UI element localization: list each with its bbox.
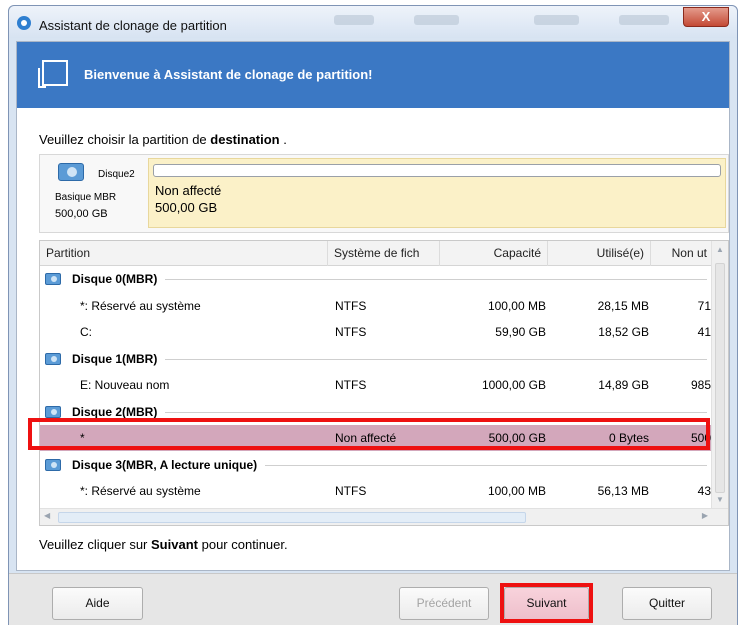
continue-prefix: Veuillez cliquer sur — [39, 537, 148, 552]
scroll-right-arrow-icon[interactable]: ▶ — [702, 511, 708, 520]
disk-group-row[interactable]: Disque 0(MBR) — [40, 266, 713, 292]
cell-partition: *: Réservé au système — [80, 484, 201, 498]
next-button-highlight — [500, 583, 593, 623]
horizontal-scroll-thumb[interactable] — [58, 512, 526, 523]
instruction-text: Veuillez choisir la partition de destina… — [39, 132, 287, 147]
cell-used: 28,15 MB — [597, 298, 649, 313]
group-divider — [165, 358, 707, 360]
disk-group-row[interactable]: Disque 1(MBR) — [40, 346, 713, 372]
disk-icon — [58, 163, 84, 181]
blurred-taskbar-item — [414, 15, 459, 25]
continue-bold: Suivant — [151, 537, 198, 552]
cell-unused: 985 — [690, 378, 711, 392]
cell-capacity: 1000,00 GB — [481, 378, 546, 392]
window-title: Assistant de clonage de partition — [39, 18, 227, 33]
cell-used: 14,89 GB — [598, 378, 649, 392]
vertical-scrollbar[interactable]: ▲ ▼ — [711, 241, 728, 509]
blurred-taskbar-item — [619, 15, 669, 25]
cell-unused: 43 — [697, 484, 711, 498]
wizard-content: Bienvenue à Assistant de clonage de part… — [16, 41, 730, 571]
column-header-partition[interactable]: Partition — [40, 241, 328, 266]
welcome-banner: Bienvenue à Assistant de clonage de part… — [17, 42, 729, 108]
cell-fs: NTFS — [335, 298, 367, 313]
cell-capacity: 59,90 GB — [495, 325, 546, 339]
app-icon — [17, 16, 31, 30]
partition-table: Partition Système de fich Capacité Utili… — [39, 240, 729, 526]
partition-size: 500,00 GB — [155, 200, 218, 215]
cell-partition: C: — [80, 325, 92, 339]
title-bar: Assistant de clonage de partition X — [9, 6, 737, 38]
selected-row-highlight — [28, 418, 710, 450]
column-header-unused[interactable]: Non ut — [651, 241, 713, 266]
scroll-left-arrow-icon[interactable]: ◀ — [44, 511, 50, 520]
cell-fs: NTFS — [335, 484, 367, 498]
disk-icon — [45, 405, 61, 418]
cell-unused: 41 — [697, 325, 711, 339]
cell-partition: *: Réservé au système — [80, 298, 201, 313]
cell-capacity: 100,00 MB — [487, 484, 546, 498]
banner-title: Bienvenue à Assistant de clonage de part… — [84, 67, 373, 82]
disk-group-label: Disque 1(MBR) — [72, 351, 158, 366]
group-divider — [265, 464, 707, 466]
continue-suffix: pour continuer. — [201, 537, 288, 552]
blurred-taskbar-item — [534, 15, 579, 25]
disk-size: 500,00 GB — [55, 208, 108, 220]
column-header-filesystem[interactable]: Système de fich — [328, 241, 440, 266]
disk-name: Disque2 — [98, 169, 135, 180]
disk-type: Basique MBR — [55, 192, 117, 203]
column-header-used[interactable]: Utilisé(e) — [548, 241, 651, 266]
cell-partition: E: Nouveau nom — [80, 378, 170, 392]
previous-button[interactable]: Précédent — [399, 587, 489, 620]
table-row[interactable]: *: Réservé au système NTFS 100,00 MB 28,15 … — [40, 293, 713, 319]
disk-icon — [45, 352, 61, 365]
close-button[interactable]: X — [683, 7, 729, 27]
disk-icon — [45, 273, 61, 285]
cell-used: 56,13 MB — [597, 484, 649, 498]
clone-wizard-window: Assistant de clonage de partition X Bien… — [8, 5, 738, 625]
instruction-bold: destination — [210, 132, 280, 147]
group-divider — [165, 411, 707, 413]
table-header: Partition Système de fich Capacité Utili… — [40, 241, 713, 266]
table-row[interactable]: C: NTFS 59,90 GB 18,52 GB 41 — [40, 319, 713, 345]
cell-capacity: 100,00 MB — [487, 298, 546, 313]
cell-fs: NTFS — [335, 378, 367, 392]
quit-button[interactable]: Quitter — [622, 587, 712, 620]
table-row[interactable]: *: Réservé au système NTFS 100,00 MB 56,13 … — [40, 478, 713, 504]
horizontal-scrollbar[interactable]: ◀ ▶ — [40, 508, 728, 525]
disk-group-label: Disque 3(MBR, A lecture unique) — [72, 457, 258, 472]
cell-used: 18,52 GB — [598, 325, 649, 339]
cell-unused: 71 — [697, 298, 711, 313]
help-button[interactable]: Aide — [52, 587, 143, 620]
scroll-up-arrow-icon[interactable]: ▲ — [715, 245, 725, 255]
disk-group-row[interactable]: Disque 3(MBR, A lecture unique) — [40, 452, 713, 478]
partition-label: Non affecté — [155, 183, 222, 198]
partition-usage-bar — [153, 164, 721, 177]
disk-group-label: Disque 0(MBR) — [72, 272, 158, 286]
unallocated-partition-block[interactable]: Non affecté 500,00 GB — [148, 158, 726, 228]
column-header-capacity[interactable]: Capacité — [440, 241, 548, 266]
destination-disk-panel: Disque2 Basique MBR 500,00 GB Non affect… — [39, 154, 729, 233]
instruction-suffix: . — [283, 132, 287, 147]
vertical-scroll-thumb[interactable] — [715, 263, 725, 493]
table-row[interactable]: E: Nouveau nom NTFS 1000,00 GB 14,89 GB 985 — [40, 372, 713, 398]
wizard-icon — [38, 60, 68, 88]
cell-fs: NTFS — [335, 325, 367, 339]
blurred-taskbar-item — [334, 15, 374, 25]
disk-icon — [45, 458, 61, 471]
instruction-prefix: Veuillez choisir la partition de — [39, 132, 207, 147]
group-divider — [165, 279, 707, 280]
continue-hint: Veuillez cliquer sur Suivant pour contin… — [39, 537, 288, 552]
scroll-down-arrow-icon[interactable]: ▼ — [715, 495, 725, 505]
